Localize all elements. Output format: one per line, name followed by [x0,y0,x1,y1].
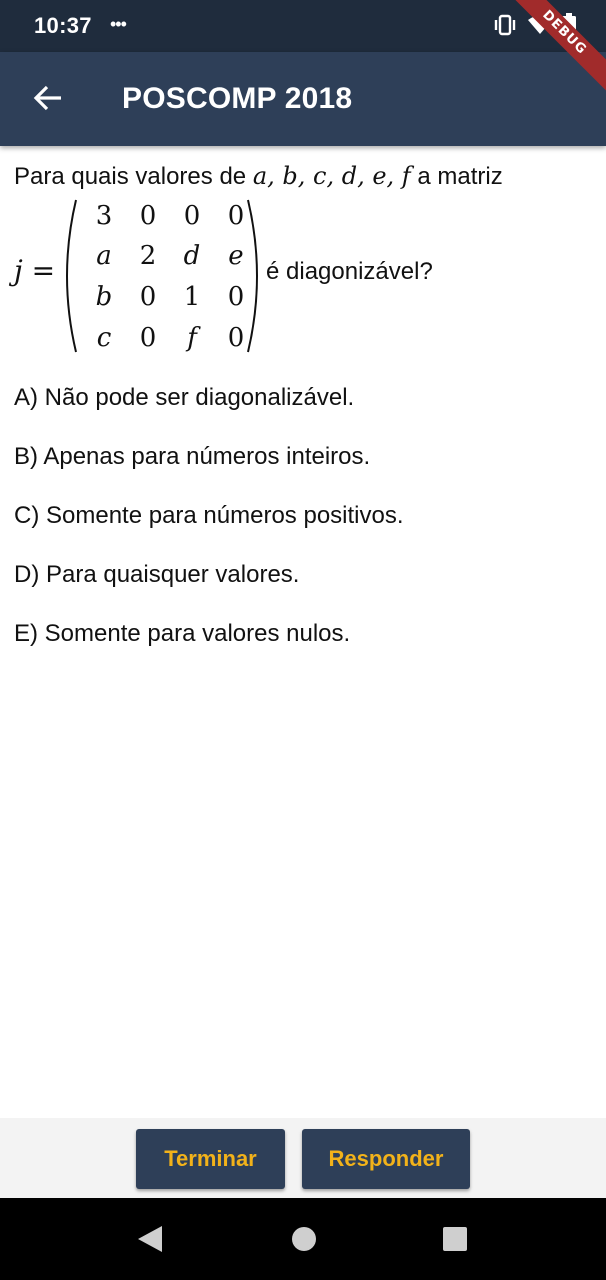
matrix-cell: 1 [184,282,201,312]
matrix-cell: a [96,241,112,271]
arrow-left-icon [33,85,63,116]
debug-banner: DEBUG [496,0,606,110]
page-title: POSCOMP 2018 [122,82,353,115]
action-bar: Terminar Responder [0,1118,606,1198]
back-triangle-icon[interactable] [136,1224,164,1259]
question-suffix: a matriz [410,163,503,190]
matrix-cell: c [97,323,112,353]
matrix-cell: 0 [228,323,245,353]
matrix-lhs: j = [14,254,55,287]
recents-square-icon[interactable] [441,1224,469,1259]
notification-dots: ••• [110,14,127,34]
matrix-expression: j = 3000a2deb010c0f0 é diagonizável? [14,196,594,356]
option-c[interactable]: C) Somente para números positivos. [14,500,594,559]
terminar-button[interactable]: Terminar [136,1129,285,1189]
matrix: 3 0 0 0a 2 d eb 0 1 0c 0 f 0 [66,199,258,353]
matrix-lhs-label: j = [14,254,56,287]
matrix-cell: 3 [96,201,113,231]
question-text: Para quais valores de a, b, c, d, e, f a… [14,160,594,193]
matrix-cell: 2 [140,241,157,271]
matrix-cell: 0 [140,323,157,353]
matrix-cell: f [185,323,201,353]
matrix-cells: 3 0 0 0a 2 d eb 0 1 0c 0 f 0 [96,201,245,353]
matrix-rhs: é diagonizável? [266,258,433,285]
matrix-cell: 0 [140,282,157,312]
matrix-cell: b [96,282,113,312]
home-circle-icon[interactable] [290,1224,318,1259]
matrix-cell: 0 [184,201,201,231]
app-screen: 10:37 ••• DEBUG POSCOMP 2018 Para quais … [0,0,606,1280]
back-button[interactable] [26,80,70,120]
system-nav-bar [0,1198,606,1280]
left-parenthesis [66,199,77,353]
option-e[interactable]: E) Somente para valores nulos. [14,618,594,677]
question-variables: a, b, c, d, e, f [252,162,411,190]
question-content: Para quais valores de a, b, c, d, e, f a… [14,160,594,647]
matrix-cell: 0 [228,201,245,231]
matrix-cell: e [228,241,243,271]
options-list: A) Não pode ser diagonalizável. B) Apena… [14,382,594,677]
matrix-cell: d [184,241,201,271]
right-parenthesis [247,199,258,353]
option-d[interactable]: D) Para quaisquer valores. [14,559,594,618]
question-prefix: Para quais valores de [14,163,253,190]
option-a[interactable]: A) Não pode ser diagonalizável. [14,382,594,441]
matrix-cell: 0 [228,282,245,312]
matrix-cell: 0 [140,201,157,231]
option-b[interactable]: B) Apenas para números inteiros. [14,441,594,500]
status-time: 10:37 [34,13,92,38]
responder-button[interactable]: Responder [302,1129,470,1189]
debug-banner-label: DEBUG [499,0,606,98]
